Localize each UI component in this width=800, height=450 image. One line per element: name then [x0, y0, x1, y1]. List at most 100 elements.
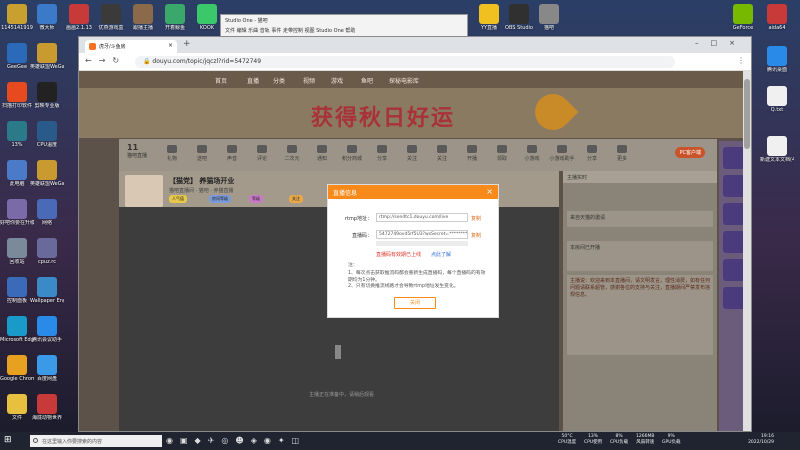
toolbar-item[interactable]: 关注 — [399, 145, 425, 162]
site-nav-item[interactable]: 分类 — [273, 76, 285, 85]
toolbar-item[interactable]: 二次元 — [279, 145, 305, 162]
app-icon — [37, 4, 57, 24]
desktop-icon[interactable]: Q.txt — [760, 86, 794, 124]
scrollbar-thumb[interactable] — [744, 79, 750, 149]
activity-icon[interactable] — [723, 287, 745, 309]
toolbar-item[interactable]: 礼物 — [159, 145, 185, 162]
desktop-icon[interactable]: 新建文本文档(4).txt — [760, 136, 794, 174]
browser-tab[interactable]: 虎牙/斗鱼房 × — [85, 40, 177, 53]
desktop-icon[interactable]: 英雄联盟WeGame版 — [30, 43, 64, 81]
window-controls[interactable]: –□× — [695, 39, 747, 47]
toolbar-item[interactable]: 小游戏助手 — [549, 145, 575, 162]
activity-icon[interactable] — [723, 203, 745, 225]
activity-icon[interactable] — [723, 231, 745, 253]
system-clock[interactable]: 19:16 2022/10/29 — [748, 434, 774, 446]
desktop-icon[interactable]: 控制面板 — [0, 277, 34, 315]
desktop-icon[interactable]: 百度网盘 — [30, 355, 64, 393]
studio-one-window[interactable]: Studio One - 猫吧 文件 编辑 乐曲 音轨 事件 走带控制 视图 S… — [220, 14, 468, 38]
desktop-icon[interactable]: 13% — [0, 121, 34, 159]
key-expiry-link[interactable]: 直播码有效期已上线 — [376, 251, 421, 258]
desktop-icon-label: GeForce — [732, 25, 754, 31]
toolbar-item[interactable]: 评论 — [249, 145, 275, 162]
url-input[interactable]: 🔒 douyu.com/topic/jqczl?rid=5472749 — [135, 56, 675, 68]
toolbar-item[interactable]: 更多 — [609, 145, 635, 162]
rtmp-input[interactable]: rtmp://sendtc1.douyu.com/live — [376, 213, 468, 222]
desktop-icon[interactable]: aida64 — [760, 4, 794, 42]
dialog-close-button[interactable]: 关闭 — [394, 297, 436, 309]
desktop-icon[interactable]: 微大师 — [30, 4, 64, 42]
desktop-icon[interactable]: 1145141919 — [0, 4, 34, 42]
desktop-icon[interactable]: Microsoft Edge — [0, 316, 34, 354]
room-chip[interactable]: 房间等级 — [209, 195, 231, 203]
toolbar-item[interactable]: 积分商城 — [339, 145, 365, 162]
desktop-icon[interactable]: 此电脑 — [0, 160, 34, 198]
room-chip[interactable]: 关注 — [289, 195, 303, 203]
desktop-icon[interactable]: cpuz.rc — [30, 238, 64, 276]
site-nav-item[interactable]: 直播 — [247, 76, 259, 85]
toolbar-item[interactable]: 小游戏 — [519, 145, 545, 162]
app-icon — [733, 4, 753, 24]
extension-icon[interactable]: ⋮ — [737, 56, 745, 65]
toolbar-item[interactable]: 通知 — [309, 145, 335, 162]
nav-buttons[interactable]: ←→↻ — [85, 56, 126, 65]
new-tab-button[interactable]: + — [183, 39, 191, 49]
room-chip[interactable]: 人气值 — [169, 195, 187, 203]
streamer-avatar[interactable] — [125, 175, 163, 207]
toolbar-item[interactable]: 分享 — [369, 145, 395, 162]
key-scrollbar[interactable] — [376, 241, 468, 246]
pc-client-button[interactable]: PC客户端 — [675, 147, 705, 158]
desktop-icon-label: 跟播主播 — [132, 25, 153, 31]
desktop-icon[interactable]: 文件 — [0, 394, 34, 432]
app-icon — [767, 46, 787, 66]
toolbar-label: 积分商城 — [341, 156, 362, 162]
dialog-close-icon[interactable]: × — [486, 187, 493, 196]
taskbar-search-input[interactable]: 在这里输入你要搜索的内容 — [30, 435, 162, 447]
desktop-icon[interactable]: GeeGee — [0, 43, 34, 81]
activity-icon[interactable] — [723, 147, 745, 169]
desktop-icon[interactable]: Google Chrome — [0, 355, 34, 393]
url-text: douyu.com/topic/jqczl?rid=5472749 — [152, 58, 262, 65]
site-nav-item[interactable]: 探秘电影库 — [389, 76, 419, 85]
toolbar-item[interactable]: 声音 — [219, 145, 245, 162]
page-scrollbar[interactable] — [743, 71, 751, 431]
site-nav-item[interactable]: 鱼吧 — [361, 76, 373, 85]
desktop-icon[interactable]: Wallpaper Engine：壁纸引擎 — [30, 277, 64, 315]
invite-notice[interactable]: 来自天猫的邀请 — [567, 211, 713, 227]
rank-badge: 11 猫吧直播 — [127, 143, 147, 159]
activity-icon[interactable] — [723, 175, 745, 197]
room-chip[interactable]: 等级 — [249, 195, 263, 203]
taskbar-app-icons[interactable]: ◉▣◆✈◎☻◈◉✦◫ — [166, 436, 306, 445]
desktop-icon[interactable]: 腾讯桌面 — [760, 46, 794, 84]
key-input[interactable]: 5472749ovd5rf5U3?wsSecret=**************… — [376, 230, 468, 239]
rtmp-copy-button[interactable]: 复制 — [471, 215, 481, 222]
activity-icon[interactable] — [723, 259, 745, 281]
desktop-icon[interactable]: 英雄联盟WeGame版 — [30, 160, 64, 198]
desktop-icon[interactable]: 剪映专业版 — [30, 82, 64, 120]
site-nav-item[interactable]: 视频 — [303, 76, 315, 85]
toolbar-icon — [407, 145, 417, 153]
desktop-icon[interactable]: 扫描打印软件 — [0, 82, 34, 120]
desktop-icon[interactable]: 网络 — [30, 199, 64, 237]
hw-stat: 50°C CPU温度 — [558, 434, 576, 446]
desktop-icon[interactable]: 好吧你要在升级天之道 — [0, 199, 34, 237]
desktop-icon-label: 文件 — [11, 415, 22, 421]
toolbar-item[interactable]: 关注 — [429, 145, 455, 162]
desktop-icon[interactable]: 腾讯会议助手 — [30, 316, 64, 354]
learn-more-link[interactable]: 点此了解 — [431, 251, 451, 258]
search-icon — [33, 438, 38, 443]
key-copy-button[interactable]: 复制 — [471, 232, 481, 239]
desktop-icon-label: CPU温度 — [36, 142, 58, 148]
hw-stat-label: 风扇转速 — [636, 440, 655, 445]
toolbar-item[interactable]: 开播 — [459, 145, 485, 162]
site-nav-item[interactable]: 首页 — [215, 76, 227, 85]
desktop-icon[interactable]: CPU温度 — [30, 121, 64, 159]
toolbar-item[interactable]: 领取 — [489, 145, 515, 162]
start-icon[interactable]: ⊞ — [4, 435, 12, 445]
desktop-icon[interactable]: 海底动物世界 — [30, 394, 64, 432]
toolbar-item[interactable]: 分享 — [579, 145, 605, 162]
tab-close-icon[interactable]: × — [168, 42, 173, 49]
toolbar-item[interactable]: 送吧 — [189, 145, 215, 162]
desktop-icon[interactable]: 回收站 — [0, 238, 34, 276]
side-top-bar[interactable]: 主播实时 — [563, 171, 717, 183]
site-nav-item[interactable]: 游戏 — [331, 76, 343, 85]
